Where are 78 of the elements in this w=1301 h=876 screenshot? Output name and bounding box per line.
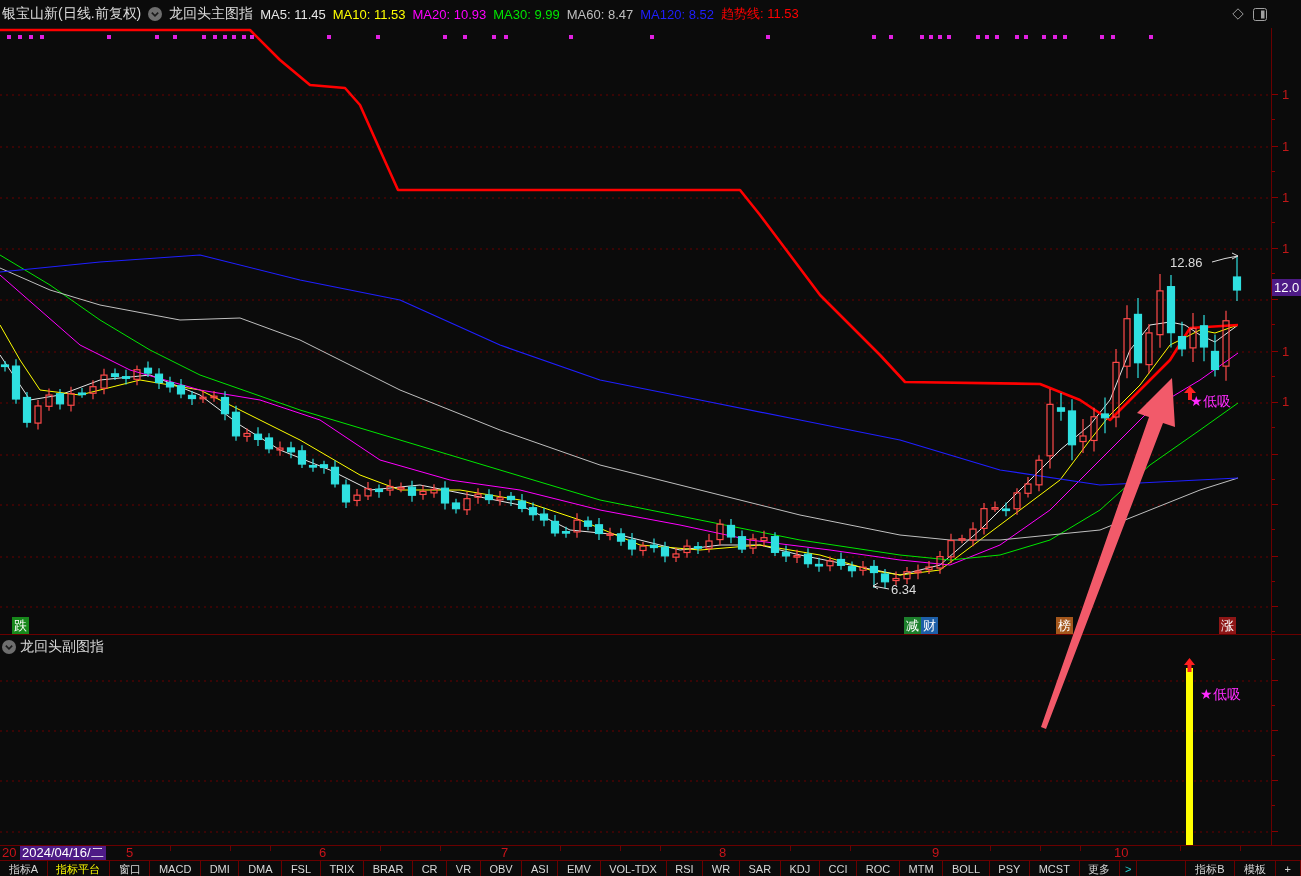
signal-mark (1111, 35, 1115, 39)
event-marker[interactable]: 涨 (1219, 617, 1236, 634)
price-tag: 12.0 (1272, 279, 1301, 296)
signal-mark (766, 35, 770, 39)
signal-mark (1149, 35, 1153, 39)
price-axis-label: 1 (1282, 344, 1290, 359)
event-marker[interactable]: 榜 (1056, 617, 1073, 634)
signal-mark (872, 35, 876, 39)
signal-label: ★低吸 (1200, 686, 1241, 703)
signal-mark (920, 35, 924, 39)
indicator-readout: MA60: 8.47 (566, 6, 634, 22)
signal-mark (938, 35, 942, 39)
event-marker[interactable]: 减 (904, 617, 921, 634)
signal-label: ★低吸 (1190, 393, 1231, 410)
signal-mark (492, 35, 496, 39)
signal-mark (40, 35, 44, 39)
event-marker[interactable]: 财 (921, 617, 938, 634)
dropdown-icon[interactable] (148, 7, 163, 21)
signal-mark (889, 35, 893, 39)
signal-mark (995, 35, 999, 39)
indicator-readout: MA30: 9.99 (493, 6, 560, 22)
signal-mark (376, 35, 380, 39)
signal-mark (107, 35, 111, 39)
indicator-name: 龙回头副图指 (20, 638, 104, 656)
signal-mark (504, 35, 508, 39)
signal-mark (1063, 35, 1067, 39)
indicator-readout: MA5: 11.45 (260, 6, 326, 22)
high-price-label: 12.86 (1170, 255, 1203, 271)
price-axis-label: 1 (1282, 139, 1290, 154)
up-arrow-icon (1184, 658, 1195, 672)
price-axis-label: 1 (1282, 87, 1290, 102)
indicator-readout: 趋势线: 11.53 (720, 5, 799, 23)
leader-arrow (872, 582, 890, 590)
date-axis-label: 5 (126, 846, 134, 860)
leader-arrow (1211, 252, 1239, 263)
date-axis-label: 20 (2, 846, 17, 860)
diamond-icon[interactable] (1232, 8, 1244, 20)
price-axis-label: 1 (1282, 190, 1290, 205)
event-marker[interactable]: 跌 (12, 617, 29, 634)
signal-mark (155, 35, 159, 39)
signal-mark (1100, 35, 1104, 39)
security-title: 银宝山新(日线.前复权) (2, 5, 142, 23)
signal-mark (7, 35, 11, 39)
dropdown-icon[interactable] (2, 640, 16, 654)
signal-mark (443, 35, 447, 39)
signal-mark (569, 35, 573, 39)
signal-mark (223, 35, 227, 39)
signal-mark (463, 35, 467, 39)
signal-mark (1053, 35, 1057, 39)
signal-mark (947, 35, 951, 39)
price-axis-label: 1 (1282, 241, 1290, 256)
date-axis-label: 7 (501, 846, 509, 860)
date-axis-label: 10 (1114, 846, 1129, 860)
signal-mark (18, 35, 22, 39)
signal-mark (232, 35, 236, 39)
signal-mark (173, 35, 177, 39)
indicator-readout: MA10: 11.53 (332, 6, 406, 22)
signal-mark (929, 35, 933, 39)
signal-mark (1015, 35, 1019, 39)
signal-mark (213, 35, 217, 39)
date-axis-label: 8 (719, 846, 727, 860)
low-price-label: 6.34 (891, 582, 917, 598)
indicator-name: 龙回头主图指 (169, 5, 254, 23)
signal-mark (1042, 35, 1046, 39)
signal-mark (976, 35, 980, 39)
date-axis-label: 9 (932, 846, 940, 860)
signal-mark (985, 35, 989, 39)
signal-mark (327, 35, 331, 39)
panel-toggle-icon[interactable] (1253, 7, 1267, 21)
signal-mark (650, 35, 654, 39)
cursor-date: 2024/04/16/二 (20, 846, 106, 860)
date-axis-label: 6 (319, 846, 327, 860)
price-axis-label: 1 (1282, 394, 1290, 409)
signal-mark (1024, 35, 1028, 39)
indicator-readout: MA20: 10.93 (412, 6, 487, 22)
signal-mark (202, 35, 206, 39)
signal-mark (29, 35, 33, 39)
indicator-readout: MA120: 8.52 (640, 6, 714, 22)
